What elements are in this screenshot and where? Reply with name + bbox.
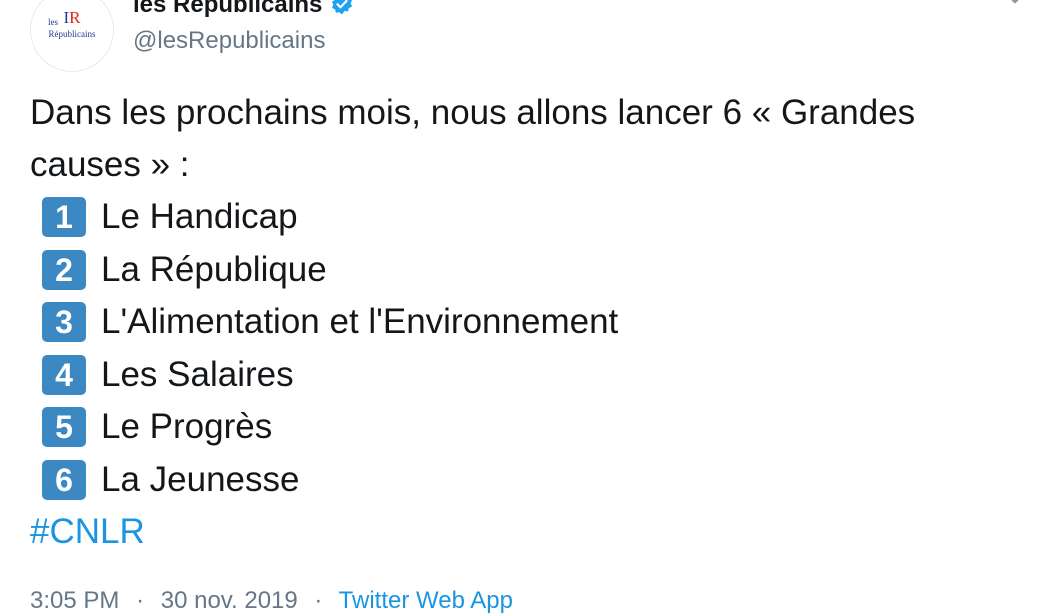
list-item: 6 La Jeunesse [30,454,1030,507]
author-handle[interactable]: @lesRepublicains [133,26,325,56]
cause-label: Les Salaires [101,354,294,394]
meta-separator: · [314,587,323,614]
avatar-logo-small: les [48,17,58,27]
meta-separator: · [136,587,145,614]
chevron-down-icon[interactable] [1000,0,1030,10]
cause-label: Le Handicap [101,197,298,237]
verified-badge-icon [332,0,353,15]
cause-label: La Jeunesse [101,459,300,499]
keycap-number-icon: 1 [42,197,86,238]
tweet-intro: Dans les prochains mois, nous allons lan… [30,93,916,184]
cause-label: La République [101,249,327,289]
tweet-date[interactable]: 30 nov. 2019 [161,587,298,614]
author-name-text: les Républicains [133,0,323,18]
tweet-time[interactable]: 3:05 PM [30,587,119,614]
tweet-source-link[interactable]: Twitter Web App [339,587,513,614]
keycap-number-icon: 6 [42,459,86,500]
avatar[interactable]: IR les Républicains [30,0,114,72]
tweet-meta: 3:05 PM · 30 nov. 2019 · Twitter Web App [30,586,513,616]
keycap-number-icon: 3 [42,302,86,343]
list-item: 5 Le Progrès [30,401,1030,454]
list-item: 4 Les Salaires [30,349,1030,402]
hashtag-link[interactable]: #CNLR [30,506,1030,558]
avatar-logo-word: Républicains [48,29,96,39]
list-item: 1 Le Handicap [30,191,1030,244]
keycap-number-icon: 4 [42,354,86,395]
list-item: 2 La République [30,244,1030,297]
keycap-number-icon: 5 [42,407,86,448]
tweet-text: Dans les prochains mois, nous allons lan… [30,87,1030,558]
keycap-number-icon: 2 [42,249,86,290]
cause-label: Le Progrès [101,407,273,447]
author-display-name[interactable]: les Républicains [133,0,354,20]
causes-list: 1 Le Handicap 2 La République 3 L'Alimen… [30,191,1030,506]
avatar-logo-mark: IR [63,8,81,27]
cause-label: L'Alimentation et l'Environnement [101,302,619,342]
tweet-card: IR les Républicains les Républicains @le… [0,0,1050,614]
list-item: 3 L'Alimentation et l'Environnement [30,296,1030,349]
